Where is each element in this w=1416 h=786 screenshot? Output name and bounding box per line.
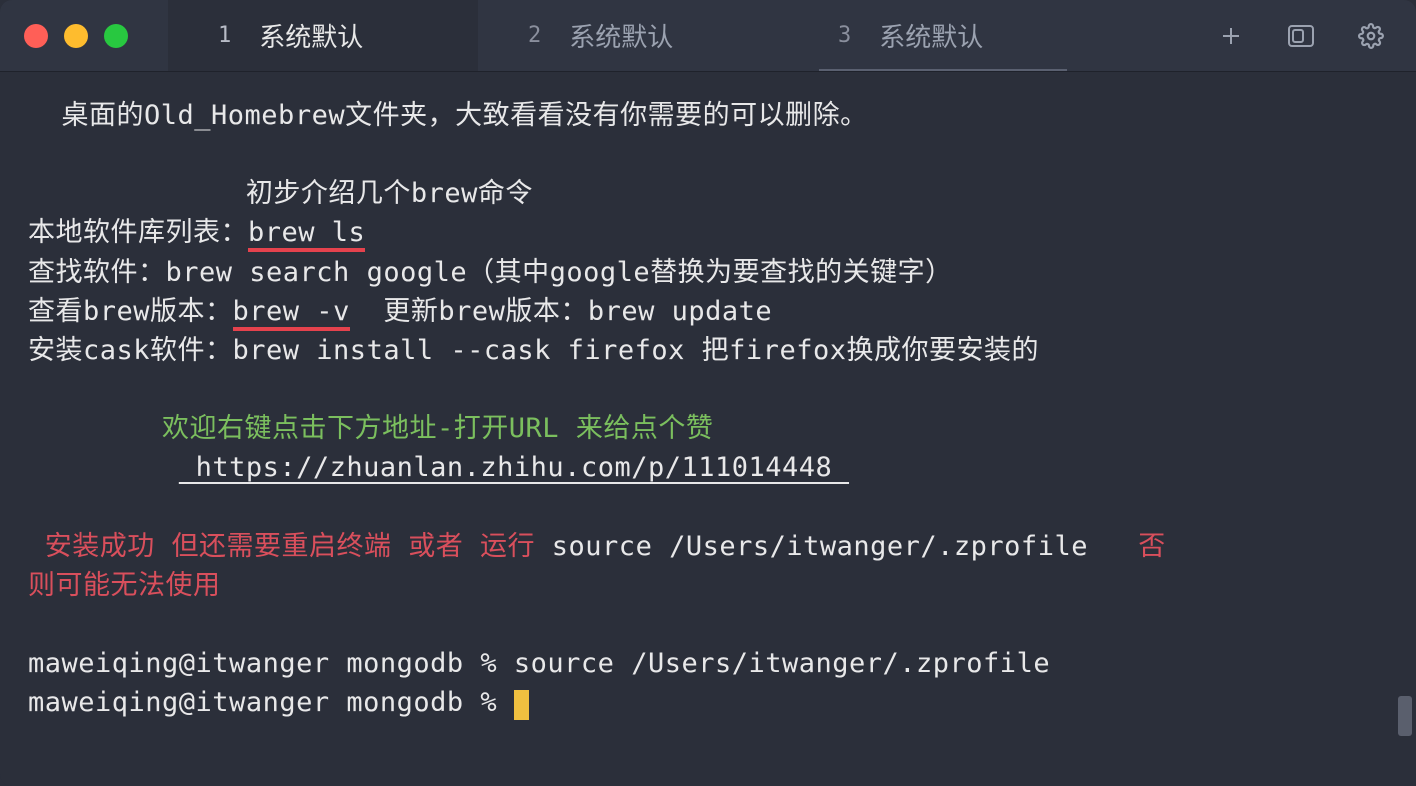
tab-2[interactable]: 2 系统默认 <box>478 0 788 71</box>
output-line: 查找软件：brew search google（其中google替换为要查找的关… <box>28 253 1388 292</box>
traffic-lights <box>0 24 128 48</box>
output-line: 安装成功 但还需要重启终端 或者 运行 source /Users/itwang… <box>28 527 1388 566</box>
maximize-button[interactable] <box>104 24 128 48</box>
highlighted-command: brew -v <box>233 296 350 331</box>
output-line: 则可能无法使用 <box>28 566 1388 605</box>
toolbar-right <box>1216 21 1416 51</box>
terminal-window: 1 系统默认 2 系统默认 3 系统默认 <box>0 0 1416 786</box>
prompt-line: maweiqing@itwanger mongodb % source /Use… <box>28 644 1388 683</box>
output-line <box>28 370 1388 409</box>
scrollbar-thumb[interactable] <box>1398 696 1412 736</box>
new-tab-button[interactable] <box>1216 21 1246 51</box>
prompt: maweiqing@itwanger mongodb % <box>28 648 514 679</box>
tab-number: 1 <box>218 23 231 48</box>
tab-label: 系统默认 <box>569 17 673 54</box>
output-line <box>28 487 1388 526</box>
prompt-line: maweiqing@itwanger mongodb % <box>28 683 1388 722</box>
terminal-content[interactable]: 桌面的Old_Homebrew文件夹，大致看看没有你需要的可以删除。 初步介绍几… <box>0 72 1416 786</box>
output-line: 初步介绍几个brew命令 <box>28 174 1388 213</box>
tab-label: 系统默认 <box>879 17 983 54</box>
output-line: 本地软件库列表：brew ls <box>28 213 1388 252</box>
highlighted-command: brew ls <box>248 217 365 252</box>
url-link[interactable]: https://zhuanlan.zhihu.com/p/111014448 <box>179 452 849 483</box>
command-text: source /Users/itwanger/.zprofile <box>514 648 1050 679</box>
cursor <box>514 690 529 720</box>
close-button[interactable] <box>24 24 48 48</box>
output-line: https://zhuanlan.zhihu.com/p/111014448 <box>28 448 1388 487</box>
titlebar: 1 系统默认 2 系统默认 3 系统默认 <box>0 0 1416 72</box>
output-line: 桌面的Old_Homebrew文件夹，大致看看没有你需要的可以删除。 <box>28 96 1388 135</box>
minimize-button[interactable] <box>64 24 88 48</box>
prompt: maweiqing@itwanger mongodb % <box>28 687 514 718</box>
tab-1[interactable]: 1 系统默认 <box>168 0 478 71</box>
panels-icon[interactable] <box>1286 21 1316 51</box>
output-line: 欢迎右键点击下方地址-打开URL 来给点个赞 <box>28 409 1388 448</box>
output-line <box>28 605 1388 644</box>
tab-underline <box>819 69 1067 71</box>
tab-number: 3 <box>838 23 851 48</box>
settings-icon[interactable] <box>1356 21 1386 51</box>
tab-3[interactable]: 3 系统默认 <box>788 0 1098 71</box>
output-line: 安装cask软件：brew install --cask firefox 把fi… <box>28 331 1388 370</box>
output-line <box>28 135 1388 174</box>
output-line: 查看brew版本：brew -v 更新brew版本：brew update <box>28 292 1388 331</box>
tab-number: 2 <box>528 23 541 48</box>
tabs: 1 系统默认 2 系统默认 3 系统默认 <box>168 0 1216 71</box>
tab-label: 系统默认 <box>259 17 363 54</box>
